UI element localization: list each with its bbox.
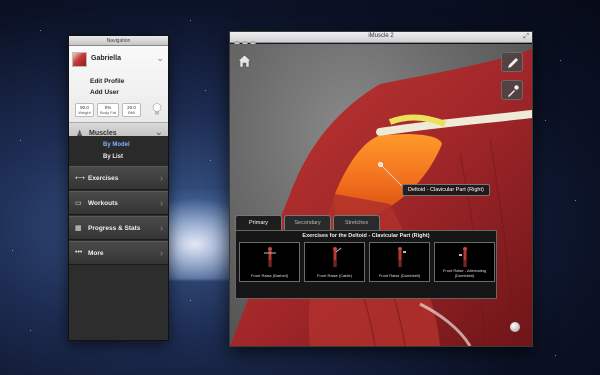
- exercise-list: Exercises for the Deltoid - Clavicular P…: [235, 230, 497, 299]
- submenu-by-list[interactable]: By List: [103, 154, 123, 160]
- exercise-card[interactable]: Front Raise (Cable): [304, 242, 365, 282]
- tab-primary[interactable]: Primary: [235, 215, 282, 230]
- add-user-link[interactable]: Add User: [90, 89, 119, 96]
- chevron-right-icon: ›: [160, 223, 163, 233]
- barbell-icon: ⟷: [75, 175, 86, 182]
- stat-body-fat[interactable]: 0% Body Fat: [97, 103, 119, 117]
- exercise-card[interactable]: Front Raise (Barbell): [239, 242, 300, 282]
- tape-icon: ▭: [75, 200, 82, 207]
- more-dots-icon: •••: [75, 249, 83, 256]
- window-title: iMuscle 2: [368, 33, 394, 39]
- exercise-panel: Primary Secondary Stretches Exercises fo…: [235, 215, 497, 299]
- submenu-by-model[interactable]: By Model: [103, 142, 130, 148]
- window-titlebar[interactable]: iMuscle 2 ⤢: [230, 32, 532, 47]
- menu-item-workouts[interactable]: ▭ Workouts ›: [69, 191, 168, 215]
- rotate-handle[interactable]: [510, 322, 520, 332]
- main-window: iMuscle 2 ⤢ Deltoid - Clavicular Part (R…: [229, 31, 533, 347]
- exercise-figure-icon: [459, 247, 467, 267]
- exercise-figure-icon: [264, 247, 276, 267]
- lightbulb-icon[interactable]: [152, 103, 162, 116]
- menu-item-more[interactable]: ••• More ›: [69, 241, 168, 265]
- navigation-panel: Navigation Gabriella ⌄ Edit Profile Add …: [68, 35, 169, 341]
- pencil-icon: [508, 58, 518, 68]
- user-name[interactable]: Gabriella: [91, 55, 121, 62]
- edit-profile-link[interactable]: Edit Profile: [90, 78, 124, 85]
- exercise-figure-icon: [333, 247, 342, 267]
- muscle-callout-label[interactable]: Deltoid - Clavicular Part (Right): [402, 184, 490, 196]
- calendar-icon: ▦: [75, 225, 82, 232]
- chevron-right-icon: ›: [160, 198, 163, 208]
- pen-tool-button[interactable]: [501, 52, 523, 72]
- tab-stretches[interactable]: Stretches: [333, 215, 380, 230]
- exercise-list-header: Exercises for the Deltoid - Clavicular P…: [302, 233, 430, 239]
- avatar[interactable]: [72, 52, 87, 67]
- navigation-title: Navigation: [69, 36, 168, 46]
- menu-item-progress-stats[interactable]: ▦ Progress & Stats ›: [69, 216, 168, 240]
- chevron-right-icon: ›: [160, 248, 163, 258]
- chevron-down-icon[interactable]: ⌄: [156, 53, 164, 64]
- exercise-card[interactable]: Front Raise (Dumbbell): [369, 242, 430, 282]
- home-icon[interactable]: [237, 54, 252, 68]
- fullscreen-icon[interactable]: ⤢: [523, 33, 529, 41]
- pipette-icon: [508, 85, 519, 97]
- exercise-card[interactable]: Front Raise - Alternating (Dumbbell): [434, 242, 495, 282]
- menu-item-exercises[interactable]: ⟷ Exercises ›: [69, 166, 168, 190]
- stat-bmi[interactable]: 20.0 BMI: [122, 103, 141, 117]
- tab-secondary[interactable]: Secondary: [284, 215, 331, 230]
- muscle-model-viewport[interactable]: Deltoid - Clavicular Part (Right) Primar…: [230, 44, 532, 346]
- exercise-figure-icon: [398, 247, 406, 267]
- muscle-pin-marker[interactable]: [378, 162, 383, 167]
- chevron-right-icon: ›: [160, 173, 163, 183]
- stat-weight[interactable]: 90.0 Weight: [75, 103, 94, 117]
- pipette-tool-button[interactable]: [501, 80, 523, 100]
